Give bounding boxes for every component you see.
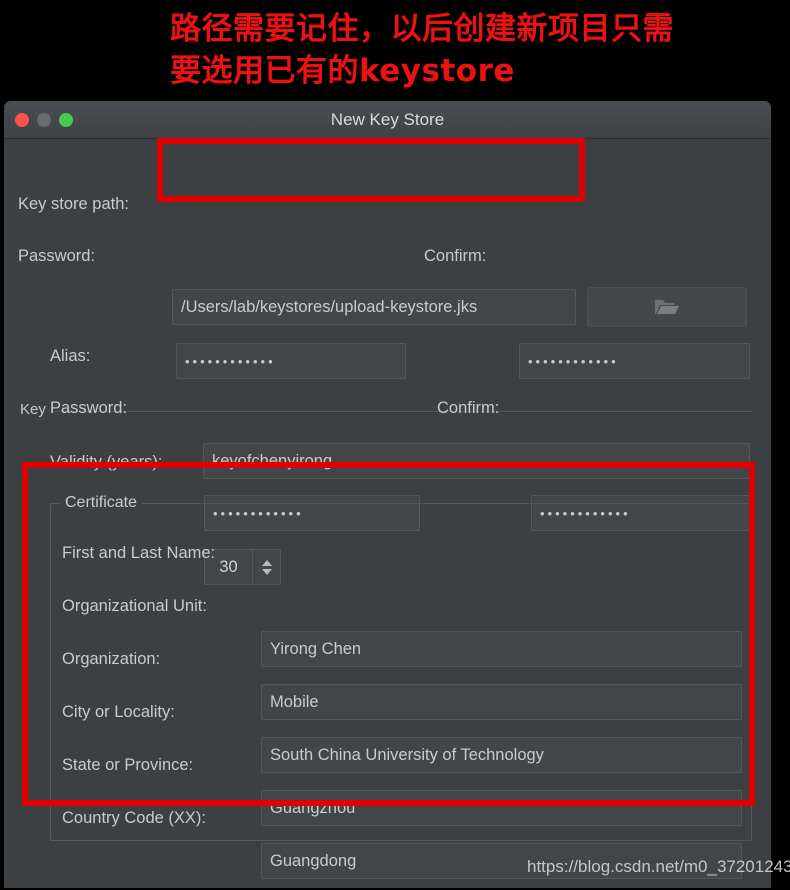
browse-keystore-button[interactable]	[587, 287, 747, 327]
key-password-row: Password:	[50, 399, 127, 418]
keystore-confirm-label: Confirm:	[424, 247, 487, 265]
key-group-label: Key	[20, 401, 46, 418]
key-confirm-row: Confirm:	[437, 399, 499, 418]
folder-icon	[655, 300, 679, 314]
keystore-confirm-value: ••••••••••••	[528, 353, 619, 369]
key-password-label: Password:	[50, 399, 128, 417]
keystore-password-value: ••••••••••••	[185, 353, 276, 369]
key-alias-label: Alias:	[50, 347, 91, 365]
key-alias-row: Alias:	[50, 347, 90, 366]
key-confirm-label: Confirm:	[437, 399, 500, 417]
csdn-watermark: https://blog.csdn.net/m0_37201243	[527, 857, 790, 876]
keystore-path-label: Key store path:	[18, 195, 129, 213]
certificate-field-label: Country Code (XX):	[62, 809, 206, 827]
keystore-password-row: Password:	[18, 247, 95, 266]
keystore-path-row: Key store path:	[18, 195, 170, 214]
red-annotation-caption: 路径需要记住，以后创建新项目只需 要选用已有的keystore	[170, 11, 674, 89]
keystore-confirm-input[interactable]: ••••••••••••	[519, 343, 750, 379]
keystore-password-label: Password:	[18, 247, 96, 265]
keystore-path-input[interactable]: /Users/lab/keystores/upload-keystore.jks	[172, 289, 576, 325]
dialog-titlebar[interactable]: New Key Store	[4, 101, 771, 139]
keystore-confirm-row: Confirm:	[424, 247, 486, 266]
screenshot-root: 路径需要记住，以后创建新项目只需 要选用已有的keystore New Key …	[0, 0, 790, 890]
dialog-title: New Key Store	[330, 110, 445, 129]
key-group-separator	[54, 411, 752, 412]
keystore-password-input[interactable]: ••••••••••••	[176, 343, 406, 379]
red-highlight-certificate	[22, 462, 755, 806]
red-highlight-keystore-path	[157, 138, 585, 202]
